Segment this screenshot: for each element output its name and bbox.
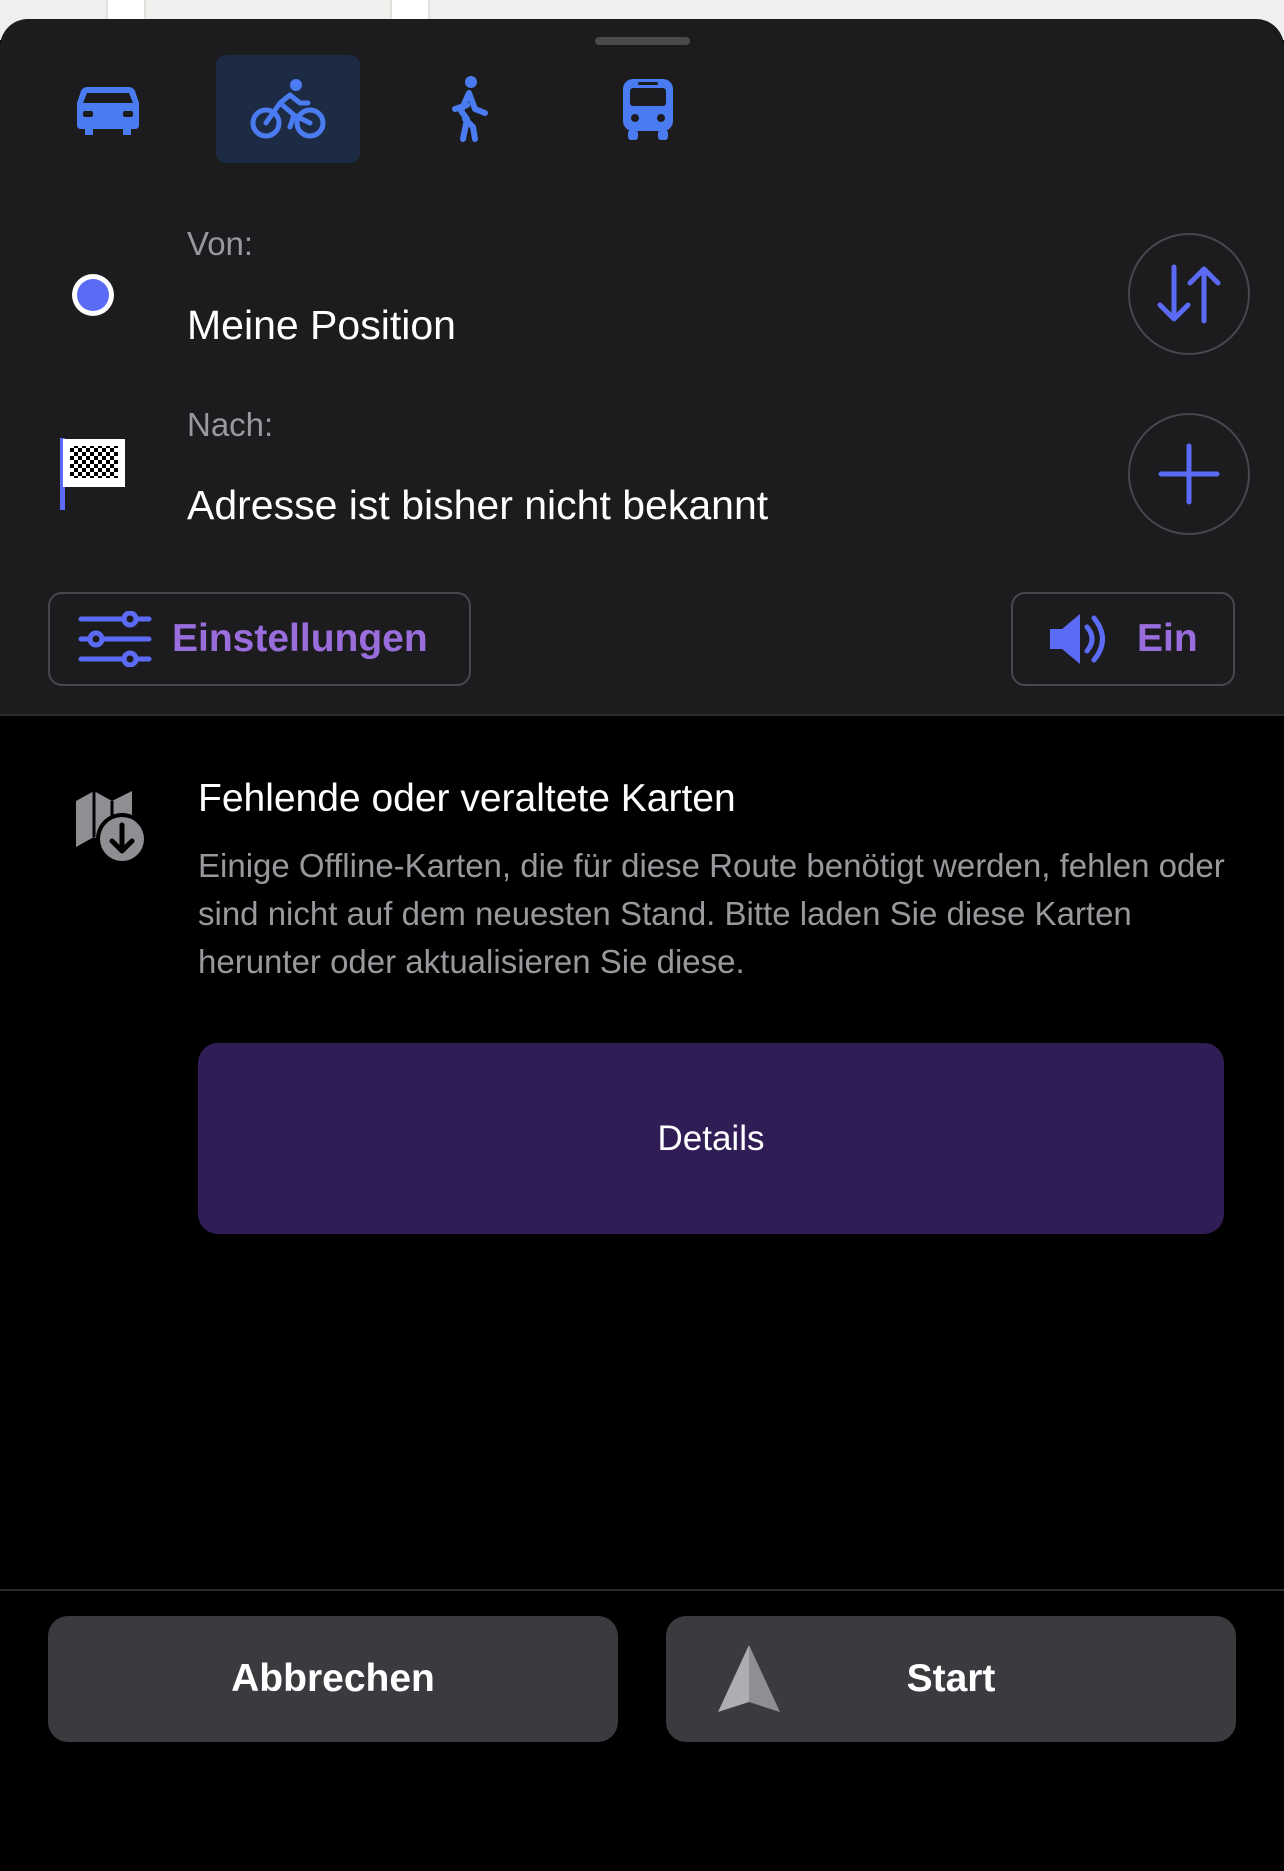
settings-button[interactable]: Einstellungen	[48, 592, 471, 686]
pedestrian-icon	[452, 76, 488, 142]
cancel-label: Abbrechen	[231, 1657, 435, 1700]
mode-bicycle-button[interactable]	[216, 55, 360, 163]
details-button[interactable]: Details	[198, 1043, 1224, 1234]
sound-toggle-button[interactable]: Ein	[1011, 592, 1235, 686]
to-field[interactable]: Adresse ist bisher nicht bekannt	[187, 482, 768, 529]
warning-title: Fehlende oder veraltete Karten	[198, 777, 736, 820]
sound-label: Ein	[1137, 617, 1198, 660]
divider	[0, 1589, 1284, 1591]
divider	[0, 714, 1284, 716]
bicycle-icon	[250, 79, 326, 139]
from-label: Von:	[187, 225, 254, 262]
mode-car-button[interactable]	[36, 55, 180, 163]
bus-icon	[623, 79, 673, 140]
mode-pedestrian-button[interactable]	[396, 55, 540, 163]
car-icon	[77, 87, 139, 135]
from-field[interactable]: Meine Position	[187, 302, 456, 349]
speaker-icon	[1050, 614, 1105, 664]
map-download-icon	[76, 791, 148, 865]
start-label: Start	[906, 1657, 996, 1700]
swap-arrows-icon	[1157, 264, 1221, 324]
navigation-arrow-icon	[718, 1645, 780, 1712]
checkered-flag-icon	[60, 438, 125, 510]
settings-label: Einstellungen	[172, 617, 428, 660]
sliders-icon	[78, 611, 152, 667]
cancel-button[interactable]: Abbrechen	[48, 1616, 618, 1742]
to-label: Nach:	[187, 406, 274, 443]
mode-bus-button[interactable]	[576, 55, 720, 163]
warning-text: Einige Offline-Karten, die für diese Rou…	[198, 847, 1225, 980]
plus-icon	[1158, 443, 1220, 505]
add-intermediate-point-button[interactable]	[1128, 413, 1250, 535]
sheet-grabber[interactable]	[595, 37, 690, 45]
route-planner-sheet: Von: Meine Position Nach: Adresse ist bi…	[0, 19, 1284, 714]
start-button[interactable]: Start	[666, 1616, 1236, 1742]
swap-route-button[interactable]	[1128, 233, 1250, 355]
current-location-icon	[72, 274, 114, 316]
